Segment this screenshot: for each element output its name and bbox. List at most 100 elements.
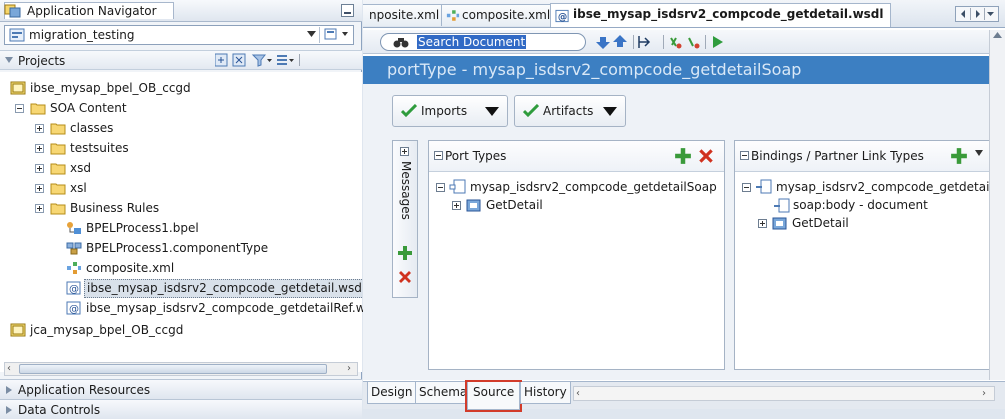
expand-toggle[interactable]: [35, 164, 44, 173]
tree-item-label: testsuites: [70, 141, 129, 155]
search-nav-icons[interactable]: [595, 33, 655, 51]
projects-header[interactable]: Projects: [0, 50, 362, 70]
scroll-left-icon[interactable]: ‹: [7, 364, 11, 374]
operation-item[interactable]: GetDetail: [735, 215, 990, 235]
editor-vertical-scrollbar[interactable]: [989, 30, 1005, 380]
add-icon[interactable]: [397, 245, 413, 261]
search-document-input[interactable]: Search Document: [380, 33, 586, 51]
tree-item-label: Business Rules: [70, 201, 160, 215]
chevron-down-icon[interactable]: [307, 31, 316, 37]
folder-icon: [50, 141, 66, 155]
port-type-item[interactable]: mysap_isdsrv2_compcode_getdetailSoap: [429, 179, 726, 199]
expand-arrow-icon[interactable]: [6, 386, 12, 394]
check-icon: [401, 104, 417, 118]
toolbar-action-icons[interactable]: [663, 34, 743, 50]
tab-source-label: Source: [473, 385, 515, 399]
bindings-label: Bindings / Partner Link Types: [751, 149, 924, 163]
scroll-up-icon[interactable]: [993, 32, 1002, 38]
tree-item-label: composite.xml: [86, 261, 175, 275]
svg-text:@: @: [69, 304, 79, 315]
tab-label: ibse_mysap_isdsrv2_compcode_getdetail.ws…: [573, 7, 884, 21]
expand-toggle[interactable]: [452, 201, 461, 210]
imports-button[interactable]: Imports: [392, 95, 508, 127]
collapse-arrow-icon[interactable]: [5, 57, 13, 63]
tree-item-label: BPELProcess1.componentType: [86, 241, 269, 255]
port-type-title: portType - mysap_isdsrv2_compcode_getdet…: [387, 60, 802, 79]
port-type-header: portType - mysap_isdsrv2_compcode_getdet…: [363, 56, 1005, 84]
chevron-down-icon: [603, 107, 617, 116]
check-icon: [523, 104, 539, 118]
editor-pane: nposite.xml composite.xml @ ibse_mysap_i…: [363, 0, 1005, 412]
tab-wsdl-active[interactable]: @ ibse_mysap_isdsrv2_compcode_getdetail.…: [550, 3, 891, 27]
svg-text:@: @: [558, 12, 567, 23]
folder-icon: [30, 101, 46, 115]
folder-icon: [50, 201, 66, 215]
delete-icon[interactable]: [397, 269, 413, 285]
chevron-down-icon[interactable]: [975, 150, 983, 156]
project-icon: [10, 323, 26, 337]
composite-icon: [446, 9, 460, 22]
add-icon[interactable]: [674, 147, 692, 165]
binding-icon: [755, 179, 773, 195]
collapse-toggle[interactable]: [436, 183, 445, 192]
port-type-name: mysap_isdsrv2_compcode_getdetailSoap: [470, 180, 717, 194]
expand-toggle[interactable]: [35, 144, 44, 153]
collapse-toggle[interactable]: [742, 183, 751, 192]
artifacts-label: Artifacts: [543, 104, 594, 118]
project-icon: [10, 81, 26, 95]
tab-source[interactable]: Source: [464, 380, 523, 412]
add-icon[interactable]: [950, 147, 968, 165]
tree-horizontal-scrollbar[interactable]: ‹ ›: [4, 362, 358, 376]
navigator-title-bar: Application Navigator: [0, 0, 362, 22]
project-menu-button[interactable]: [319, 27, 352, 43]
project-selector[interactable]: migration_testing: [4, 25, 354, 45]
application-resources-header[interactable]: Application Resources: [0, 379, 362, 399]
scroll-left-icon[interactable]: ‹: [576, 388, 580, 399]
tab-schema[interactable]: Schema: [415, 382, 472, 404]
operation-icon: [771, 216, 789, 232]
binoculars-icon: [393, 35, 409, 49]
tab-schema-label: Schema: [419, 385, 468, 399]
messages-panel[interactable]: Messages: [392, 140, 418, 298]
soap-body-icon: [773, 198, 791, 214]
editor-horizontal-scrollbar[interactable]: ‹ ›: [573, 386, 995, 401]
tab-composite-partial[interactable]: nposite.xml: [363, 4, 447, 26]
scrollbar-thumb[interactable]: [19, 364, 327, 374]
tab-design[interactable]: Design: [367, 382, 417, 404]
chevron-down-icon: [485, 107, 499, 116]
operation-name: GetDetail: [486, 198, 543, 212]
messages-label: Messages: [399, 161, 413, 220]
tab-history[interactable]: History: [520, 382, 571, 404]
port-types-panel: Port Types mysap_isdsrv2_compcode_getdet…: [428, 140, 725, 370]
operation-name: GetDetail: [792, 216, 849, 230]
project-tree: ibse_mysap_bpel_OB_ccgd SOA Content clas…: [0, 72, 369, 372]
expand-toggle[interactable]: [758, 219, 767, 228]
binding-item[interactable]: mysap_isdsrv2_compcode_getdetailS: [735, 179, 1000, 199]
data-controls-label: Data Controls: [18, 403, 101, 417]
tree-item-label: ibse_mysap_bpel_OB_ccgd: [30, 81, 191, 95]
scroll-right-icon[interactable]: ›: [347, 364, 351, 374]
minimize-button[interactable]: [341, 4, 354, 17]
navigator-title: Application Navigator: [27, 4, 157, 18]
navigator-tab[interactable]: Application Navigator: [4, 2, 174, 19]
projects-toolbar: [215, 53, 355, 67]
expand-toggle[interactable]: [35, 204, 44, 213]
tab-composite[interactable]: composite.xml: [441, 4, 558, 26]
bpel-icon: [66, 221, 82, 235]
expand-arrow-icon[interactable]: [6, 406, 12, 414]
bindings-header: Bindings / Partner Link Types: [735, 141, 989, 172]
scroll-right-icon[interactable]: ›: [982, 388, 986, 399]
application-navigator-pane: Application Navigator migration_testing …: [0, 0, 369, 419]
data-controls-header[interactable]: Data Controls: [0, 399, 362, 419]
artifacts-button[interactable]: Artifacts: [514, 95, 626, 127]
collapse-toggle[interactable]: [15, 104, 24, 113]
tab-navigation-buttons[interactable]: [955, 6, 999, 22]
expand-toggle[interactable]: [35, 124, 44, 133]
expand-toggle[interactable]: [400, 147, 409, 156]
collapse-toggle[interactable]: [434, 151, 443, 160]
collapse-toggle[interactable]: [740, 151, 749, 160]
delete-icon[interactable]: [697, 147, 715, 165]
soap-body-item[interactable]: soap:body - document: [735, 197, 990, 217]
expand-toggle[interactable]: [35, 184, 44, 193]
operation-item[interactable]: GetDetail: [429, 197, 726, 217]
